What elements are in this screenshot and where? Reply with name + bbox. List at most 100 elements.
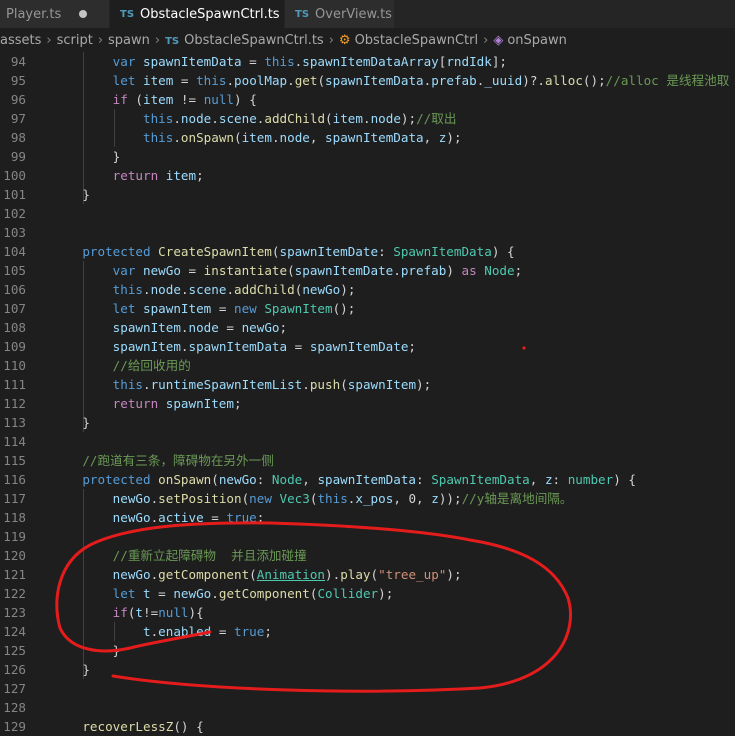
code-token: ){ (188, 605, 204, 620)
code-line[interactable]: 110 //给回收用的 (0, 356, 735, 375)
code-token: . (287, 73, 295, 88)
breadcrumb-item[interactable]: script (57, 33, 93, 48)
code-line[interactable]: 112 return spawnItem; (0, 394, 735, 413)
code-line[interactable]: 128 (0, 698, 735, 717)
line-number: 124 (3, 624, 26, 639)
unsaved-dot-icon[interactable] (79, 10, 88, 18)
code-token: = (241, 54, 265, 69)
code-token: poolMap (234, 73, 288, 88)
code-token: this (196, 73, 227, 88)
code-line[interactable]: 124 t.enabled = true; (0, 622, 735, 641)
code-token: SpawnItemData (431, 472, 530, 487)
code-token: new (234, 301, 265, 316)
code-line[interactable]: 108 spawnItem.node = newGo; (0, 318, 735, 337)
tab-overview-ts[interactable]: TS OverView.ts (285, 0, 395, 28)
code-token: z (431, 491, 439, 506)
code-token: return (52, 396, 166, 411)
code-token: scene (218, 111, 257, 126)
code-token: this (52, 377, 143, 392)
code-line[interactable]: 114 (0, 432, 735, 451)
code-token: Vec3 (279, 491, 310, 506)
code-token: item (165, 168, 197, 183)
line-number: 122 (3, 586, 26, 601)
code-line[interactable]: 125 } (0, 641, 735, 660)
chevron-right-icon: › (328, 32, 334, 48)
code-token: = (150, 586, 174, 601)
code-token: this (264, 54, 295, 69)
code-token: t (135, 605, 144, 620)
code-line[interactable]: 99 } (0, 147, 735, 166)
breadcrumb-item[interactable]: ⚙ ObstacleSpawnCtrl (339, 33, 478, 48)
code-token: scene (188, 282, 227, 297)
code-token: spawnItem (165, 396, 234, 411)
code-token: Animation (256, 567, 326, 582)
code-line[interactable]: 107 let spawnItem = new SpawnItem(); (0, 299, 735, 318)
code-token: ( (234, 130, 242, 145)
code-line[interactable]: 118 newGo.active = true; (0, 508, 735, 527)
code-line[interactable]: 116 protected onSpawn(newGo: Node, spawn… (0, 470, 735, 489)
code-line[interactable]: 97 this.node.scene.addChild(item.node);/… (0, 109, 735, 128)
line-number: 127 (3, 681, 26, 696)
code-text: } (52, 660, 90, 679)
code-token: ; (514, 263, 523, 278)
code-token: spawnItemDate (309, 339, 409, 354)
code-line[interactable]: 101 } (0, 185, 735, 204)
code-line[interactable]: 117 newGo.setPosition(new Vec3(this.x_po… (0, 489, 735, 508)
code-token: Collider (317, 586, 379, 601)
tab-label: Player.ts (6, 6, 62, 22)
breadcrumb-item[interactable]: spawn (108, 33, 150, 48)
code-line[interactable]: 100 return item; (0, 166, 735, 185)
chevron-right-icon: › (154, 32, 161, 48)
code-text: var newGo = instantiate(spawnItemDate.pr… (52, 261, 523, 280)
code-token: . (143, 282, 151, 297)
code-token: spawnItem (52, 320, 181, 335)
code-line[interactable]: 126 } (0, 660, 735, 679)
code-line[interactable]: 96 if (item != null) { (0, 90, 735, 109)
code-token: ( (340, 377, 348, 392)
code-token: enabled (158, 624, 212, 639)
line-number: 113 (3, 415, 26, 430)
code-line[interactable]: 104 protected CreateSpawnItem(spawnItemD… (0, 242, 735, 261)
code-line[interactable]: 106 this.node.scene.addChild(newGo); (0, 280, 735, 299)
tab-player-ts[interactable]: TSPlayer.ts (0, 0, 110, 28)
breadcrumb-label: onSpawn (507, 32, 567, 48)
code-line[interactable]: 98 this.onSpawn(item.node, spawnItemData… (0, 128, 735, 147)
code-line[interactable]: 103 (0, 223, 735, 242)
code-token: rndIdk (446, 54, 492, 69)
breadcrumb-item[interactable]: TS ObstacleSpawnCtrl.ts (165, 33, 324, 48)
code-token: } (52, 187, 90, 202)
code-token: if (52, 605, 128, 620)
code-line[interactable]: 121 newGo.getComponent(Animation).play("… (0, 565, 735, 584)
code-editor[interactable]: 94 var spawnItemData = this.spawnItemDat… (0, 52, 735, 734)
code-token: let (52, 73, 143, 88)
code-token: newGo (143, 263, 181, 278)
code-text: this.node.scene.addChild(newGo); (52, 280, 356, 299)
line-number: 106 (3, 282, 26, 297)
code-line[interactable]: 113 } (0, 413, 735, 432)
code-line[interactable]: 105 var newGo = instantiate(spawnItemDat… (0, 261, 735, 280)
code-token: this (52, 111, 174, 126)
code-line[interactable]: 127 (0, 679, 735, 698)
code-line[interactable]: 109 spawnItem.spawnItemData = spawnItemD… (0, 337, 735, 356)
breadcrumb-item[interactable]: ◈ onSpawn (493, 33, 567, 48)
code-token: item (332, 111, 363, 126)
code-line[interactable]: 123 if(t!=null){ (0, 603, 735, 622)
code-line[interactable]: 94 var spawnItemData = this.spawnItemDat… (0, 52, 735, 71)
code-text: let spawnItem = new SpawnItem(); (52, 299, 356, 318)
line-number: 98 (10, 130, 26, 145)
code-line[interactable]: 120 //重新立起障碍物 并且添加碰撞 (0, 546, 735, 565)
code-line[interactable]: 119 (0, 527, 735, 546)
code-token: true (234, 624, 265, 639)
code-text: var spawnItemData = this.spawnItemDataAr… (52, 52, 507, 71)
code-line[interactable]: 95 let item = this.poolMap.get(spawnItem… (0, 71, 735, 90)
breadcrumb-item[interactable]: assets (0, 33, 41, 48)
code-token: ( (287, 263, 295, 278)
tab-obstaclespawnctrl-ts[interactable]: TS ObstacleSpawnCtrl.ts (110, 0, 285, 28)
code-token: = (173, 73, 197, 88)
code-line[interactable]: 111 this.runtimeSpawnItemList.push(spawn… (0, 375, 735, 394)
code-line[interactable]: 115 //跑道有三条，障碍物在另外一侧 (0, 451, 735, 470)
line-number: 105 (3, 263, 26, 278)
code-line[interactable]: 102 (0, 204, 735, 223)
code-token: . (226, 73, 235, 88)
code-line[interactable]: 122 let t = newGo.getComponent(Collider)… (0, 584, 735, 603)
